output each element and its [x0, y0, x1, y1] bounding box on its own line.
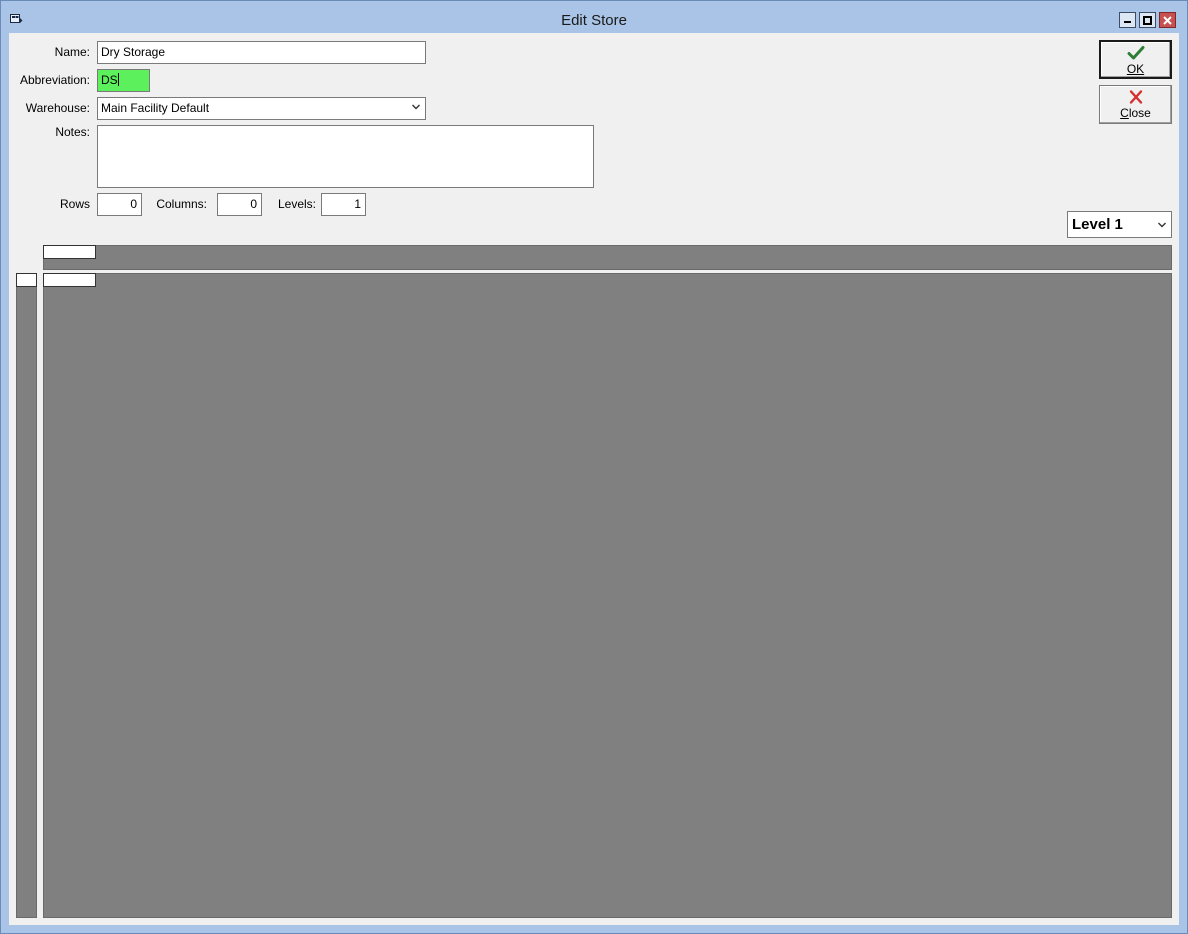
grid-cell[interactable] — [43, 273, 96, 287]
checkmark-icon — [1127, 46, 1144, 60]
maximize-icon — [1143, 15, 1152, 25]
warehouse-value: Main Facility Default — [101, 101, 210, 115]
ok-button[interactable]: OK — [1099, 40, 1172, 79]
rows-input[interactable]: 0 — [97, 193, 142, 216]
abbreviation-input[interactable]: DS — [97, 69, 150, 92]
close-label: Close — [1120, 106, 1151, 120]
minimize-icon — [1124, 20, 1131, 23]
title-bar[interactable]: Edit Store — [1, 1, 1187, 33]
level-select-value: Level 1 — [1072, 216, 1123, 233]
warehouse-label: Warehouse: — [25, 101, 90, 115]
close-icon — [1163, 15, 1172, 25]
rows-label: Rows — [59, 197, 90, 211]
columns-input[interactable]: 0 — [217, 193, 262, 216]
abbreviation-label: Abbreviation: — [19, 73, 90, 87]
level-select[interactable]: Level 1 — [1067, 211, 1172, 238]
chevron-down-icon — [412, 104, 420, 110]
abbreviation-value: DS — [101, 73, 118, 87]
levels-label: Levels: — [277, 197, 316, 211]
columns-label: Columns: — [156, 197, 207, 211]
grid-body[interactable] — [43, 273, 1172, 918]
notes-textarea[interactable] — [97, 125, 594, 188]
grid-column-header — [43, 245, 1172, 270]
maximize-button[interactable] — [1139, 12, 1156, 28]
window-title: Edit Store — [561, 12, 627, 29]
warehouse-select[interactable]: Main Facility Default — [97, 97, 426, 120]
close-button[interactable]: Close — [1099, 85, 1172, 124]
name-label: Name: — [54, 45, 90, 59]
levels-input[interactable]: 1 — [321, 193, 366, 216]
column-header-cell[interactable] — [43, 245, 96, 259]
window-close-button[interactable] — [1159, 12, 1176, 28]
notes-label: Notes: — [55, 125, 90, 139]
minimize-button[interactable] — [1119, 12, 1136, 28]
row-header-cell[interactable] — [16, 273, 37, 287]
form-area: Name: Dry Storage Abbreviation: DS Wareh… — [9, 33, 1179, 925]
edit-store-window: Edit Store Name: Dry Storage Abbreviatio… — [0, 0, 1188, 934]
ok-label: OK — [1126, 62, 1145, 76]
grid-row-header — [16, 273, 37, 918]
x-icon — [1129, 90, 1142, 104]
text-caret — [117, 73, 119, 86]
chevron-down-icon — [1158, 222, 1166, 228]
name-input[interactable]: Dry Storage — [97, 41, 426, 64]
